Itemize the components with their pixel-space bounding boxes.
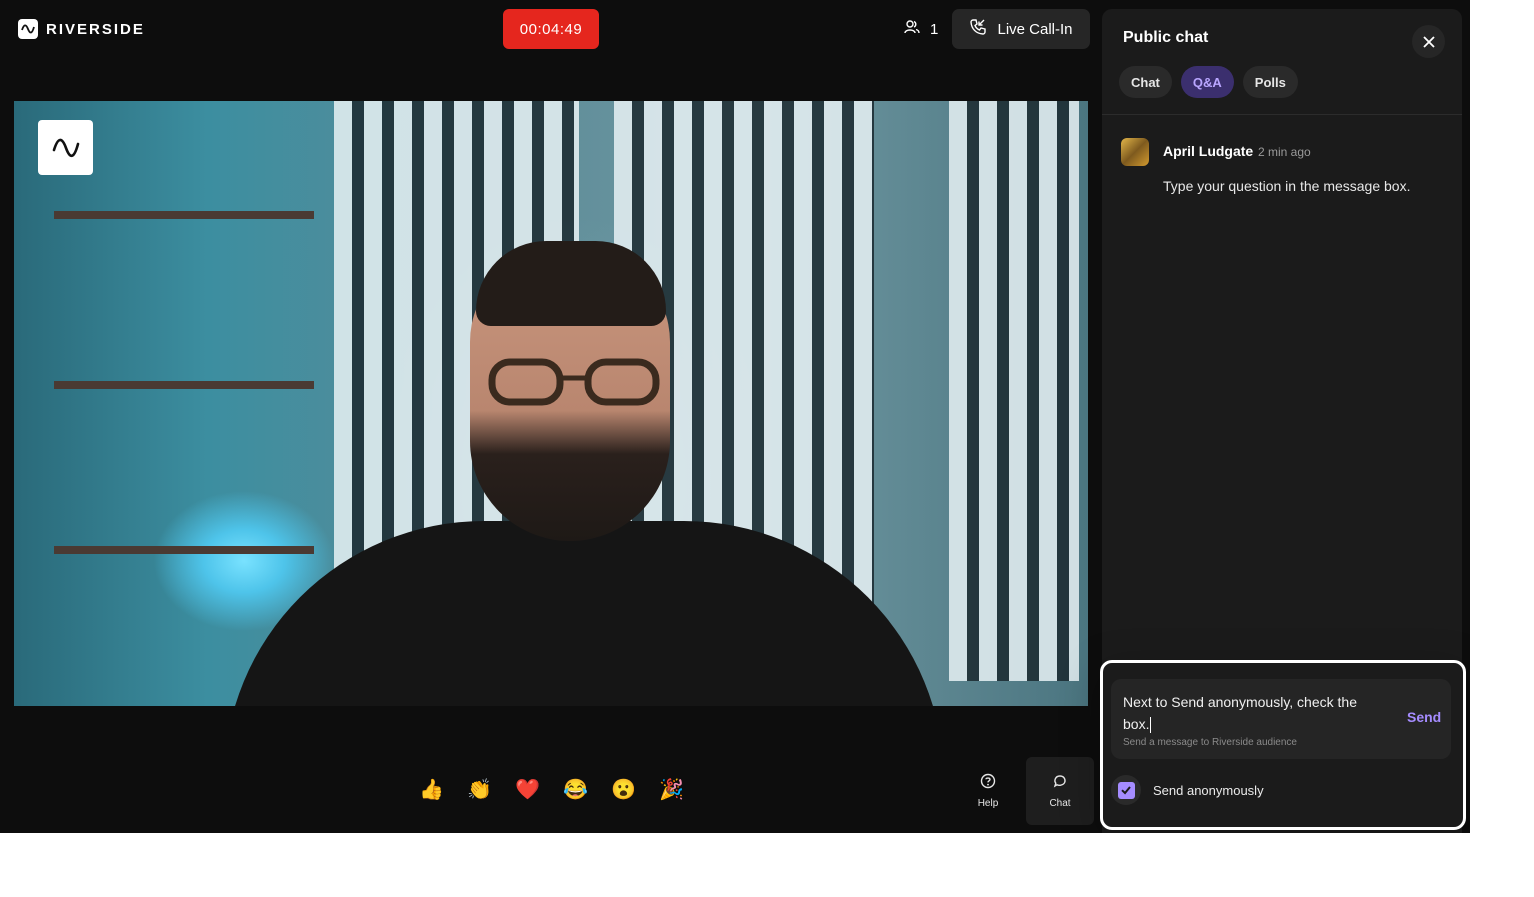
send-anonymously-row[interactable]: Send anonymously [1111, 775, 1264, 805]
background-shelf [54, 546, 314, 554]
background-wall-panel [949, 101, 1079, 681]
panel-tabs: Chat Q&A Polls [1119, 66, 1298, 98]
participants-number: 1 [930, 20, 939, 38]
tab-chat[interactable]: Chat [1119, 66, 1172, 98]
message-input[interactable]: Next to Send anonymously, check the box. [1123, 691, 1383, 735]
message-input-hint: Send a message to Riverside audience [1123, 737, 1297, 748]
tab-qa[interactable]: Q&A [1180, 66, 1234, 98]
thumbs-up-reaction[interactable]: 👍 [419, 778, 444, 802]
recording-timer: 00:04:49 [503, 9, 599, 49]
live-call-in-label: Live Call-In [997, 20, 1073, 38]
panel-divider [1102, 114, 1462, 115]
help-button[interactable]: Help [954, 757, 1022, 825]
text-caret [1150, 717, 1152, 734]
participant-video [14, 101, 1088, 706]
background-shelf [54, 381, 314, 389]
background-shelf [54, 211, 314, 219]
surprised-face-reaction[interactable]: 😮 [611, 778, 636, 802]
live-call-in-button[interactable]: Live Call-In [952, 9, 1090, 49]
laughing-face-reaction[interactable]: 😂 [563, 778, 588, 802]
person-glasses [488, 358, 660, 406]
close-panel-button[interactable] [1412, 25, 1445, 58]
chat-bubble-icon [1052, 773, 1068, 792]
riverside-wave-icon [52, 138, 79, 157]
send-anonymously-checkbox[interactable] [1111, 775, 1141, 805]
people-icon [904, 19, 920, 39]
message-text: Type your question in the message box. [1163, 178, 1411, 194]
clapping-hands-reaction[interactable]: 👏 [467, 778, 492, 802]
chat-label: Chat [1049, 798, 1071, 809]
brand-logo: RIVERSIDE [18, 19, 145, 39]
avatar [1121, 138, 1149, 166]
riverside-studio: RIVERSIDE 00:04:49 1 Live Call-In 👍 👏 ❤️… [0, 0, 1470, 833]
phone-incoming-icon [969, 18, 987, 40]
brand-name: RIVERSIDE [46, 20, 145, 38]
message-author: April Ludgate [1163, 143, 1254, 159]
red-heart-reaction[interactable]: ❤️ [515, 778, 540, 802]
riverside-logo-icon [18, 19, 38, 39]
video-brand-watermark [38, 120, 93, 175]
checkmark-icon [1117, 781, 1135, 799]
message-timestamp: 2 min ago [1258, 145, 1311, 159]
help-icon [980, 773, 996, 792]
message-input-value: Next to Send anonymously, check the box. [1123, 694, 1357, 732]
send-anonymously-label: Send anonymously [1153, 782, 1264, 798]
help-label: Help [977, 798, 999, 809]
message-composer-highlight: Next to Send anonymously, check the box.… [1100, 660, 1466, 830]
message-input-box[interactable]: Next to Send anonymously, check the box.… [1111, 679, 1451, 759]
send-button[interactable]: Send [1407, 709, 1441, 725]
person-hair [476, 241, 666, 326]
tab-polls[interactable]: Polls [1242, 66, 1298, 98]
chat-button[interactable]: Chat [1026, 757, 1094, 825]
panel-title: Public chat [1123, 29, 1209, 46]
reaction-bar: 👍 👏 ❤️ 😂 😮 🎉 [419, 778, 684, 802]
participants-count[interactable]: 1 [904, 19, 938, 39]
close-icon [1422, 35, 1435, 48]
party-popper-reaction[interactable]: 🎉 [659, 778, 684, 802]
